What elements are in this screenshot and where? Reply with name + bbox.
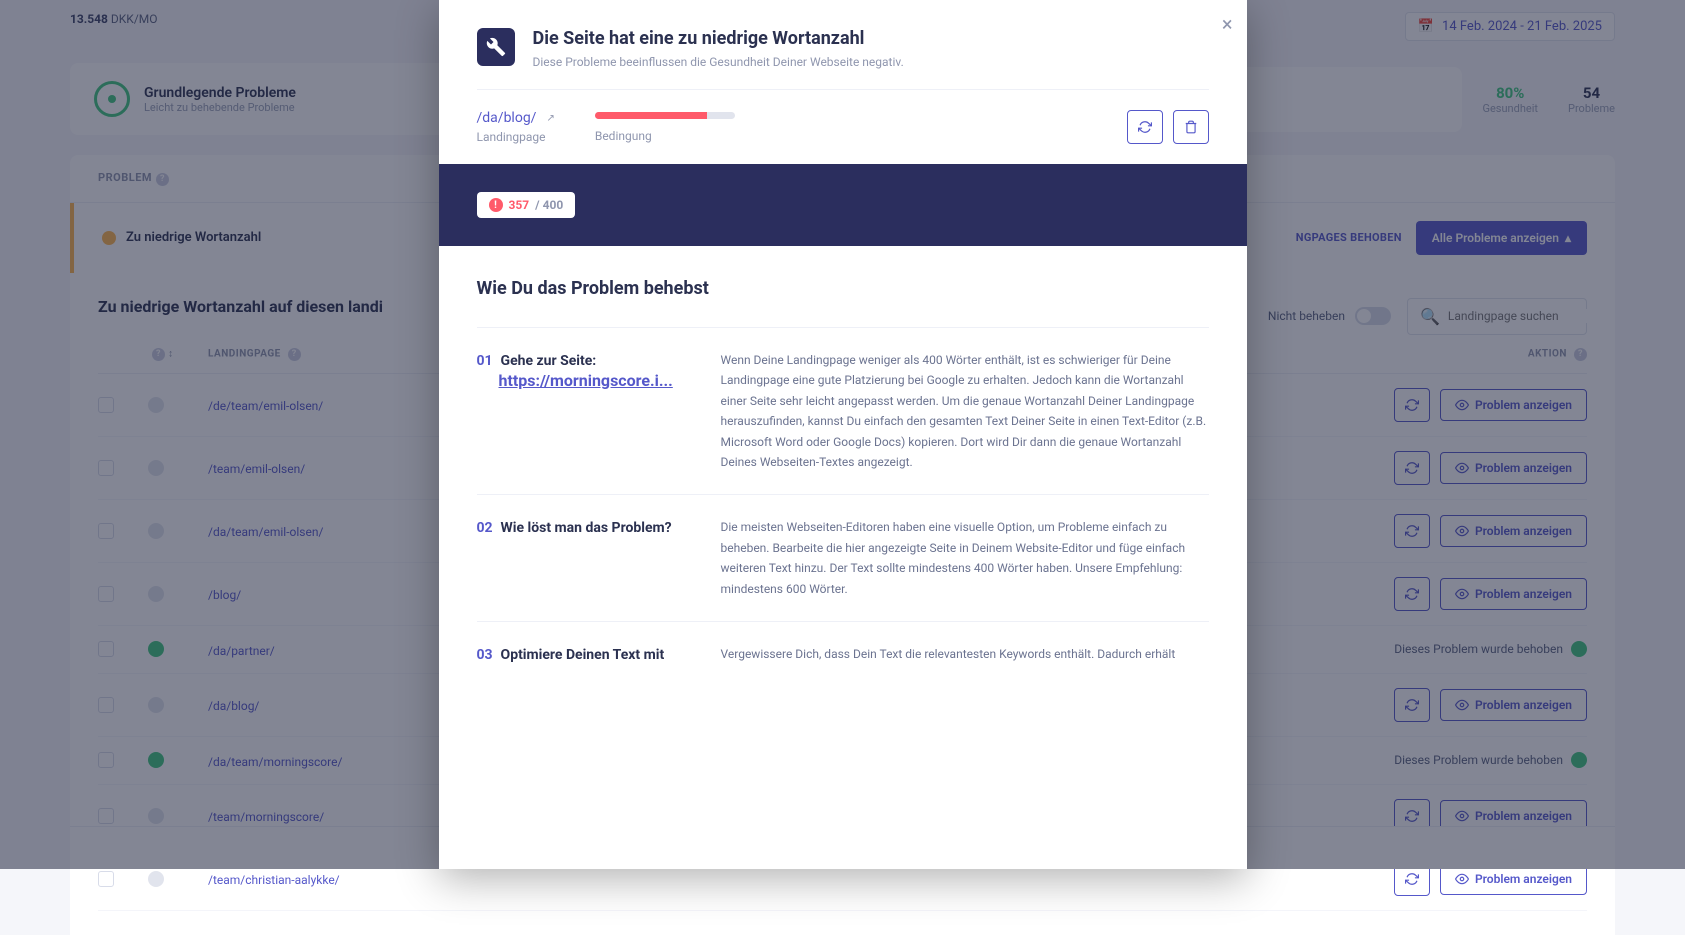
word-count-banner: ! 357 / 400 bbox=[439, 164, 1247, 246]
page-link[interactable]: /da/blog/ ↗ bbox=[477, 110, 555, 126]
condition-progress bbox=[595, 112, 735, 119]
delete-button[interactable] bbox=[1173, 110, 1209, 144]
close-button[interactable]: × bbox=[1222, 12, 1233, 36]
status-icon bbox=[148, 871, 164, 887]
modal-title: Die Seite hat eine zu niedrige Wortanzah… bbox=[533, 28, 904, 49]
step-link[interactable]: https://morningscore.i... bbox=[499, 371, 697, 390]
condition-label: Bedingung bbox=[595, 129, 1087, 143]
page-type: Landingpage bbox=[477, 130, 555, 144]
row-checkbox[interactable] bbox=[98, 871, 114, 887]
landingpage-link[interactable]: /team/christian-aalykke/ bbox=[208, 873, 340, 887]
modal-subtitle: Diese Probleme beeinflussen die Gesundhe… bbox=[533, 55, 904, 69]
step-2: 02 Wie löst man das Problem? Die meisten… bbox=[477, 494, 1209, 621]
step-1: 01 Gehe zur Seite: https://morningscore.… bbox=[477, 327, 1209, 494]
problem-detail-modal: × Die Seite hat eine zu niedrige Wortanz… bbox=[439, 0, 1247, 869]
refresh-button[interactable] bbox=[1127, 110, 1163, 144]
howto-title: Wie Du das Problem behebst bbox=[477, 278, 1209, 299]
step-3: 03 Optimiere Deinen Text mit Vergewisser… bbox=[477, 621, 1209, 686]
external-link-icon: ↗ bbox=[546, 113, 554, 124]
wrench-icon bbox=[477, 28, 515, 66]
alert-icon: ! bbox=[489, 198, 503, 212]
